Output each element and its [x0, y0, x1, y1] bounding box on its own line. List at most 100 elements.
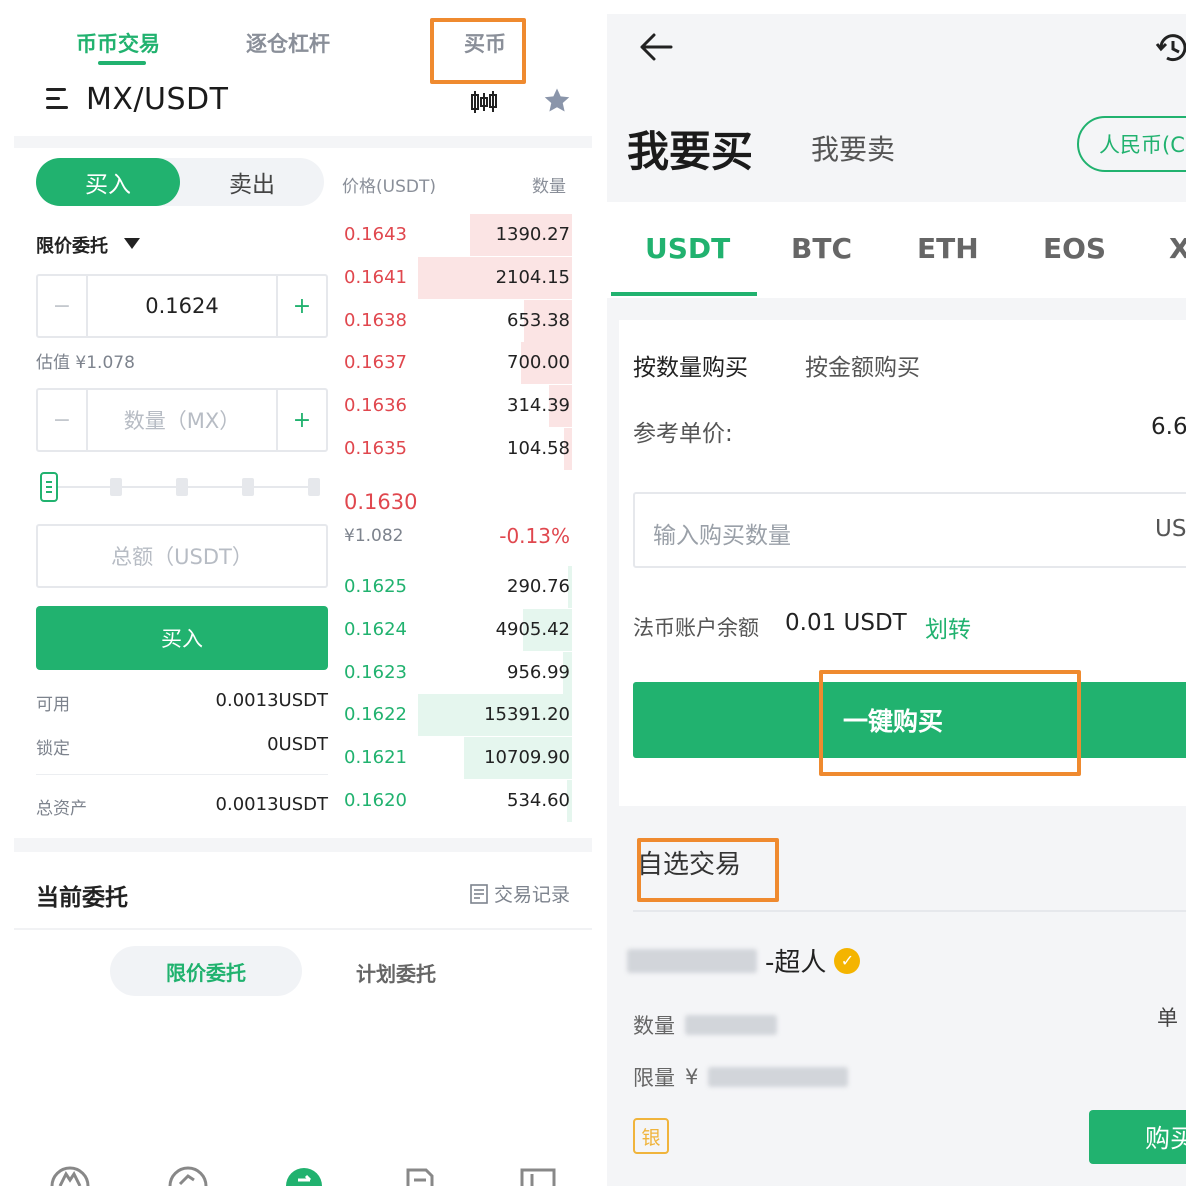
- price-stepper: − 0.1624 +: [36, 274, 328, 338]
- fiat-balance-value: 0.01 USDT: [785, 610, 907, 636]
- tab-isolated-margin[interactable]: 逐仓杠杆: [246, 28, 330, 58]
- orderbook-qty: 104.58: [507, 438, 570, 459]
- active-tab-indicator: [611, 292, 757, 296]
- trade-nav-icon[interactable]: [284, 1166, 324, 1186]
- orderbook-qty: 10709.90: [484, 747, 570, 769]
- orderbook-price: 0.1620: [344, 790, 407, 811]
- caret-down-icon[interactable]: [124, 238, 140, 249]
- silver-level-badge: 银: [633, 1118, 669, 1154]
- section-divider: [14, 136, 592, 148]
- price-change-percent: -0.13%: [499, 524, 570, 548]
- tab-eth[interactable]: ETH: [917, 232, 979, 265]
- markets-nav-icon[interactable]: [168, 1166, 208, 1186]
- unit-price-label: 单: [1157, 1006, 1178, 1030]
- fiat-currency-selector[interactable]: 人民币(C: [1077, 116, 1186, 172]
- reference-price-value: 6.6: [1151, 414, 1186, 440]
- merchant-quantity: 数量: [633, 1010, 777, 1040]
- orderbook-row-bid[interactable]: 0.1621 10709.90: [342, 737, 572, 780]
- slider-handle[interactable]: [40, 472, 58, 502]
- quantity-unit: US: [1155, 516, 1186, 542]
- trade-record-link[interactable]: 交易记录: [470, 880, 570, 907]
- last-price-cny: ¥1.082: [344, 526, 404, 546]
- quantity-decrement-button[interactable]: −: [38, 390, 88, 450]
- home-nav-icon[interactable]: [50, 1166, 90, 1186]
- tab-plan-orders[interactable]: 计划委托: [356, 958, 436, 987]
- orderbook-qty: 956.99: [507, 661, 570, 683]
- last-price: 0.1630: [344, 490, 418, 514]
- tab-spot-trading[interactable]: 币币交易: [76, 28, 160, 58]
- candlestick-chart-icon[interactable]: [470, 90, 498, 114]
- tab-usdt[interactable]: USDT: [645, 232, 730, 265]
- orderbook-row-ask[interactable]: 0.1637 700.00: [342, 342, 572, 385]
- orderbook-price: 0.1637: [344, 352, 407, 374]
- tab-limit-orders[interactable]: 限价委托: [110, 946, 302, 996]
- tab-btc[interactable]: BTC: [791, 232, 852, 265]
- orderbook-row-ask[interactable]: 0.1638 653.38: [342, 299, 572, 342]
- history-icon[interactable]: [1155, 30, 1186, 66]
- orderbook-price: 0.1636: [344, 395, 407, 417]
- fiat-buy-panel: 我要买 我要卖 人民币(C USDT BTC ETH EOS X 按数量购买 按…: [607, 14, 1186, 1186]
- orderbook-row-bid[interactable]: 0.1624 4905.42: [342, 608, 572, 651]
- quantity-input[interactable]: 数量（MX）: [88, 390, 276, 450]
- orderbook-row-ask[interactable]: 0.1641 2104.15: [342, 256, 572, 299]
- fiat-balance-label: 法币账户余额: [633, 616, 759, 640]
- transfer-link[interactable]: 划转: [925, 610, 971, 644]
- orderbook-row-bid[interactable]: 0.1622 15391.20: [342, 694, 572, 737]
- quantity-increment-button[interactable]: +: [276, 390, 326, 450]
- price-estimate: 估值 ¥1.078: [36, 353, 135, 373]
- buy-button[interactable]: 买入: [36, 606, 328, 670]
- buy-side-tab[interactable]: 买入: [36, 158, 180, 206]
- available-balance: 可用 0.0013USDT: [36, 690, 328, 715]
- orderbook-price: 0.1641: [344, 266, 407, 288]
- buy-sell-toggle: 买入 卖出: [36, 158, 324, 206]
- orderbook-row-bid[interactable]: 0.1620 534.60: [342, 780, 572, 822]
- highlight-buy-coin-tab: [430, 18, 526, 84]
- back-arrow-icon[interactable]: [639, 32, 673, 62]
- redacted-merchant-name: [627, 948, 757, 973]
- total-amount-input[interactable]: 总额（USDT）: [36, 524, 328, 588]
- orderbook-row-bid[interactable]: 0.1623 956.99: [342, 651, 572, 694]
- order-type-dropdown[interactable]: 限价委托: [36, 232, 108, 258]
- orderbook-price: 0.1623: [344, 661, 407, 683]
- divider: [14, 928, 592, 930]
- buy-quantity-input[interactable]: 输入购买数量 US: [633, 492, 1186, 568]
- tab-more-coin[interactable]: X: [1169, 232, 1186, 265]
- favorite-trades-title: 自选交易: [637, 850, 742, 880]
- menu-icon[interactable]: [46, 88, 72, 110]
- divider: [633, 910, 1186, 912]
- orderbook-qty: 2104.15: [495, 266, 570, 288]
- price-increment-button[interactable]: +: [276, 276, 326, 336]
- current-orders-title: 当前委托: [36, 885, 128, 911]
- sell-side-tab[interactable]: 卖出: [180, 158, 324, 206]
- coin-tabs: USDT BTC ETH EOS X: [607, 202, 1186, 298]
- tab-buy-by-quantity[interactable]: 按数量购买: [633, 348, 748, 382]
- reference-price-label: 参考单价:: [633, 421, 733, 447]
- tab-buy-by-amount[interactable]: 按金额购买: [805, 348, 920, 382]
- orderbook-qty: 653.38: [507, 309, 570, 331]
- tab-eos[interactable]: EOS: [1043, 232, 1106, 265]
- orderbook-row-bid[interactable]: 0.1625 290.76: [342, 566, 572, 608]
- orderbook-row-ask[interactable]: 0.1635 104.58: [342, 428, 572, 470]
- orders-nav-icon[interactable]: [400, 1166, 440, 1186]
- i-want-to-sell-tab[interactable]: 我要卖: [811, 128, 895, 168]
- spot-trading-panel: 币币交易 逐仓杠杆 买币 MX/USDT 买入 卖出 限价委托 − 0.1624…: [14, 14, 592, 1186]
- price-decrement-button[interactable]: −: [38, 276, 88, 336]
- i-want-to-buy-tab[interactable]: 我要买: [627, 118, 753, 179]
- orderbook-price: 0.1621: [344, 747, 407, 769]
- divider: [36, 774, 328, 775]
- assets-nav-icon[interactable]: [518, 1166, 558, 1186]
- orderbook-row-ask[interactable]: 0.1636 314.39: [342, 385, 572, 428]
- orderbook-qty: 4905.42: [495, 618, 570, 640]
- price-input[interactable]: 0.1624: [88, 276, 276, 336]
- orderbook-row-ask[interactable]: 0.1643 1390.27: [342, 214, 572, 256]
- quantity-percent-slider[interactable]: [36, 472, 328, 502]
- active-tab-indicator: [98, 61, 146, 65]
- merchant-row[interactable]: -超人 ✓: [627, 942, 861, 979]
- trading-pair-title[interactable]: MX/USDT: [86, 82, 228, 117]
- orderbook-qty: 1390.27: [495, 224, 570, 245]
- orderbook-price: 0.1624: [344, 618, 407, 640]
- highlight-one-click-buy: [819, 670, 1081, 776]
- merchant-buy-button[interactable]: 购买: [1089, 1110, 1186, 1164]
- locked-balance: 锁定 0USDT: [36, 734, 328, 759]
- favorite-star-icon[interactable]: [542, 86, 572, 116]
